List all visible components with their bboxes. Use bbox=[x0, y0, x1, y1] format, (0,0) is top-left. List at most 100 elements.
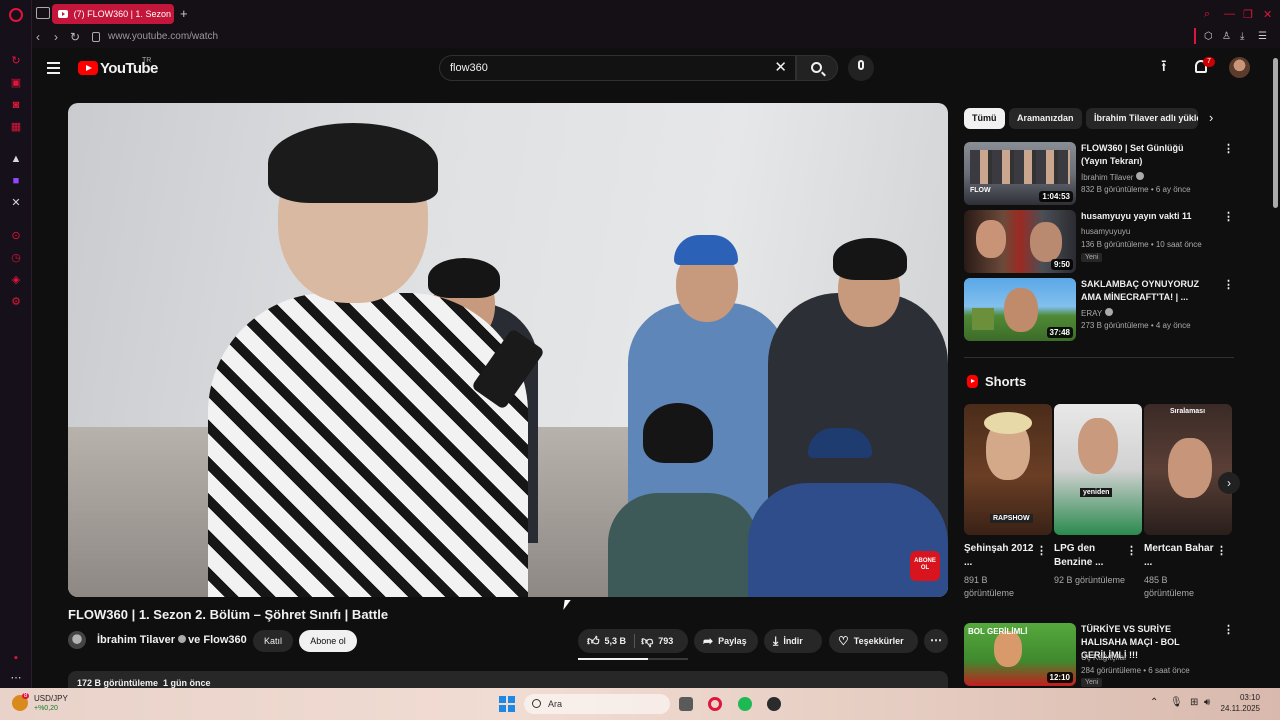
share-button[interactable]: ➦ Paylaş bbox=[694, 629, 758, 653]
settings-icon[interactable]: ⚙ bbox=[10, 296, 22, 308]
spotify-icon[interactable] bbox=[738, 697, 752, 711]
short-thumbnail[interactable]: RAPSHOW bbox=[964, 404, 1052, 535]
short-title[interactable]: LPG den Benzine ... bbox=[1054, 542, 1126, 570]
collab-channel[interactable]: ve Flow360 bbox=[188, 634, 247, 646]
menu-icon[interactable] bbox=[47, 62, 60, 74]
chip-from-search[interactable]: Aramanızdan bbox=[1009, 108, 1082, 129]
chevron-right-icon[interactable]: › bbox=[1209, 110, 1213, 125]
channel-name[interactable]: İbrahim Tilaver bbox=[1081, 173, 1133, 182]
recommendation-title[interactable]: SAKLAMBAÇ OYNUYORUZ AMA MİNECRAFT'TA! | … bbox=[1081, 278, 1211, 304]
shorts-next-icon[interactable]: › bbox=[1218, 472, 1240, 494]
video-thumbnail[interactable]: 37:48 bbox=[964, 278, 1076, 341]
aria-icon[interactable]: ▦ bbox=[10, 121, 22, 133]
clear-search-icon[interactable]: ✕ bbox=[774, 60, 787, 75]
close-window-icon[interactable]: ✕ bbox=[1263, 8, 1272, 21]
taskbar-search[interactable]: Ara bbox=[524, 694, 670, 714]
messenger-icon[interactable]: ◙ bbox=[10, 99, 22, 111]
recommendation-title[interactable]: FLOW360 | Set Günlüğü (Yayın Tekrarı) bbox=[1081, 142, 1211, 168]
chip-channel[interactable]: İbrahim Tilaver adlı yükle bbox=[1086, 108, 1198, 129]
kebab-menu-icon[interactable]: ⋮ bbox=[1126, 544, 1137, 557]
download-icon[interactable]: ⤓ bbox=[1240, 31, 1244, 42]
kebab-menu-icon[interactable]: ⋮ bbox=[1223, 212, 1234, 223]
channel-names[interactable]: İbrahim Tilaver ve Flow360 bbox=[97, 634, 247, 646]
twitch-icon[interactable]: ■ bbox=[10, 175, 22, 187]
video-thumbnail[interactable]: BOL GERİLİMLİ 12:10 bbox=[964, 623, 1076, 686]
profile-icon[interactable]: ♙ bbox=[1222, 31, 1231, 42]
recommendation-channel[interactable]: ERAY bbox=[1081, 308, 1115, 318]
chip-all[interactable]: Tümü bbox=[964, 108, 1005, 129]
arc-icon[interactable]: ▲ bbox=[10, 153, 22, 165]
reload-icon[interactable]: ↻ bbox=[70, 30, 80, 44]
history-icon[interactable]: ◷ bbox=[10, 252, 22, 264]
short-item[interactable]: RAPSHOW Şehinşah 2012 ... 891 B görüntül… bbox=[964, 404, 1052, 598]
task-view-icon[interactable] bbox=[679, 697, 693, 711]
maximize-icon[interactable]: ❐ bbox=[1243, 8, 1253, 21]
new-tab-icon[interactable]: + bbox=[180, 7, 188, 20]
scrollbar-thumb[interactable] bbox=[1273, 58, 1278, 208]
like-count[interactable]: 5,3 B bbox=[605, 636, 627, 646]
channel-name[interactable]: İbrahim Tilaver bbox=[97, 634, 175, 646]
short-item[interactable]: yeniden LPG den Benzine ... 92 B görüntü… bbox=[1054, 404, 1142, 585]
short-item[interactable]: Sıralaması Mertcan Bahar ... 485 B görün… bbox=[1144, 404, 1232, 598]
extensions-icon[interactable]: ⬡ bbox=[1204, 31, 1213, 42]
minimize-icon[interactable]: — bbox=[1224, 8, 1235, 20]
video-thumbnail[interactable]: 9:50 bbox=[964, 210, 1076, 273]
gx-icon[interactable]: ▪ bbox=[10, 652, 22, 664]
recommendation-channel[interactable]: husamyuyuyu bbox=[1081, 227, 1130, 236]
more-icon[interactable]: ⋯ bbox=[10, 672, 22, 684]
like-icon[interactable]: 👍︎ bbox=[587, 635, 600, 647]
back-icon[interactable]: ‹ bbox=[36, 30, 40, 44]
recommendation-title[interactable]: husamyuyu yayın vakti 11 bbox=[1081, 210, 1211, 223]
search-box[interactable]: flow360 ✕ bbox=[439, 55, 796, 81]
dislike-count[interactable]: 793 bbox=[658, 636, 673, 646]
recommendation-channel[interactable]: İbrahim Tilaver bbox=[1081, 172, 1146, 182]
kebab-menu-icon[interactable]: ⋮ bbox=[1216, 544, 1227, 557]
short-thumbnail[interactable]: Sıralaması bbox=[1144, 404, 1232, 535]
tab-island-icon[interactable] bbox=[36, 7, 50, 19]
pin-icon[interactable]: ◈ bbox=[10, 274, 22, 286]
x-icon[interactable]: ✕ bbox=[10, 197, 22, 209]
steam-icon[interactable] bbox=[767, 697, 781, 711]
taskbar-search-input[interactable]: Ara bbox=[548, 699, 562, 709]
join-button[interactable]: Katıl bbox=[253, 630, 293, 652]
video-player[interactable]: ABONE OL bbox=[68, 103, 948, 597]
channel-avatar[interactable] bbox=[68, 631, 86, 649]
search-input[interactable]: flow360 bbox=[450, 62, 488, 74]
microphone-tray-icon[interactable]: 🎙︎ bbox=[1170, 697, 1183, 708]
kebab-menu-icon[interactable]: ⋮ bbox=[1223, 625, 1234, 636]
clock-time[interactable]: 03:10 bbox=[1220, 693, 1260, 702]
channel-name[interactable]: ERAY bbox=[1081, 309, 1102, 318]
subscribe-sticker[interactable]: ABONE OL bbox=[910, 551, 940, 581]
forward-icon[interactable]: › bbox=[54, 30, 58, 44]
youtube-logo-icon[interactable] bbox=[78, 61, 98, 75]
refresh-icon[interactable]: ↻ bbox=[10, 55, 22, 67]
short-title[interactable]: Mertcan Bahar ... bbox=[1144, 542, 1216, 570]
shopping-bag-icon[interactable]: ▣ bbox=[10, 77, 22, 89]
account-avatar[interactable] bbox=[1229, 57, 1250, 78]
download-button[interactable]: ⤓ İndir bbox=[764, 629, 822, 653]
opera-gx-icon[interactable] bbox=[708, 697, 722, 711]
tray-chevron-icon[interactable]: ⌃ bbox=[1150, 697, 1158, 708]
search-button[interactable] bbox=[796, 55, 838, 81]
kebab-menu-icon[interactable]: ⋮ bbox=[1223, 144, 1234, 155]
recommendation-channel[interactable]: Üç Kağıtçılar bbox=[1081, 653, 1127, 662]
network-icon[interactable]: ⊞ bbox=[1190, 697, 1198, 708]
easy-setup-icon[interactable]: ☰ bbox=[1258, 31, 1267, 42]
short-title[interactable]: Şehinşah 2012 ... bbox=[964, 542, 1036, 570]
clock-date[interactable]: 24.11.2025 bbox=[1210, 704, 1260, 713]
player-icon[interactable]: ⊙ bbox=[10, 230, 22, 242]
video-thumbnail[interactable]: FLOW 1:04:53 bbox=[964, 142, 1076, 205]
create-icon[interactable]: ⭱ bbox=[1161, 59, 1167, 75]
search-tabs-icon[interactable]: ⌕ bbox=[1204, 8, 1210, 21]
thanks-button[interactable]: ♡ Teşekkürler bbox=[829, 629, 918, 653]
voice-search-button[interactable] bbox=[848, 55, 874, 81]
kebab-menu-icon[interactable]: ⋮ bbox=[1036, 544, 1047, 557]
opera-logo-icon[interactable] bbox=[9, 8, 23, 22]
dislike-icon[interactable]: 👎︎ bbox=[641, 635, 653, 647]
short-thumbnail[interactable]: yeniden bbox=[1054, 404, 1142, 535]
ticker-label[interactable]: USD/JPY bbox=[34, 694, 68, 703]
url-field[interactable]: www.youtube.com/watch bbox=[108, 31, 218, 42]
kebab-menu-icon[interactable]: ⋮ bbox=[1223, 280, 1234, 291]
tab-youtube[interactable]: (7) FLOW360 | 1. Sezon 2 bbox=[52, 4, 174, 24]
windows-start-icon[interactable] bbox=[499, 696, 515, 712]
